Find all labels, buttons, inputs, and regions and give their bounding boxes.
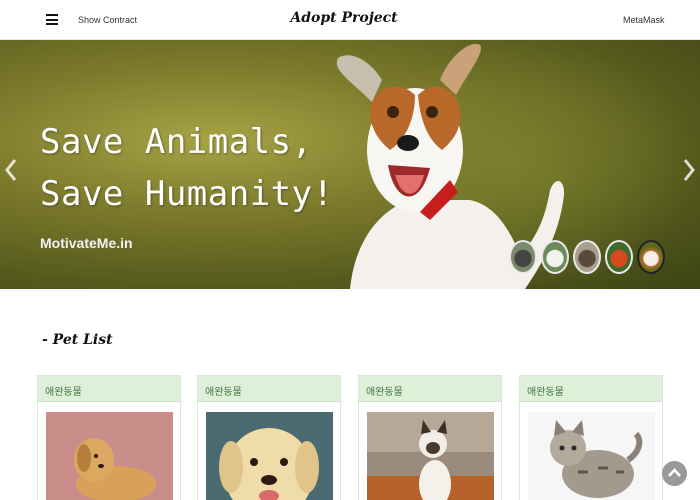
pet-card-category: 애완동물 [198, 376, 340, 402]
pet-card-category: 애완동물 [520, 376, 662, 402]
hero-caption: MotivateMe.in [40, 235, 133, 251]
hero-carousel: Save Animals, Save Humanity! MotivateMe.… [0, 40, 700, 289]
carousel-thumb-4[interactable] [605, 240, 633, 274]
chevron-left-icon[interactable] [4, 158, 18, 182]
carousel-thumb-5[interactable] [637, 240, 665, 274]
pet-card-category: 애완동물 [38, 376, 180, 402]
pet-image-siamese-kitten[interactable] [367, 412, 494, 500]
carousel-thumb-2[interactable] [541, 240, 569, 274]
pet-card[interactable]: 애완동물 [37, 375, 181, 500]
pet-list-title: - Pet List [42, 332, 113, 348]
hero-title-line2: Save Humanity! [40, 174, 334, 214]
pet-image-golden-puppy[interactable] [46, 412, 173, 500]
carousel-thumb-3[interactable] [573, 240, 601, 274]
pet-card[interactable]: 애완동물 [197, 375, 341, 500]
pet-card[interactable]: 애완동물 [519, 375, 663, 500]
carousel-thumb-1[interactable] [509, 240, 537, 274]
navbar: Show Contract Adopt Project MetaMask [0, 0, 700, 40]
hero-title: Save Animals, Save Humanity! [40, 116, 334, 220]
hero-title-line1: Save Animals, [40, 122, 313, 162]
pet-card[interactable]: 애완동물 [358, 375, 502, 500]
metamask-link[interactable]: MetaMask [623, 15, 665, 25]
chevron-up-icon[interactable] [662, 461, 687, 486]
pet-image-tabby-kitten[interactable] [528, 412, 655, 500]
chevron-right-icon[interactable] [682, 158, 696, 182]
pet-image-labrador-puppy[interactable] [206, 412, 333, 500]
brand-title[interactable]: Adopt Project [0, 10, 688, 26]
pet-card-category: 애완동물 [359, 376, 501, 402]
